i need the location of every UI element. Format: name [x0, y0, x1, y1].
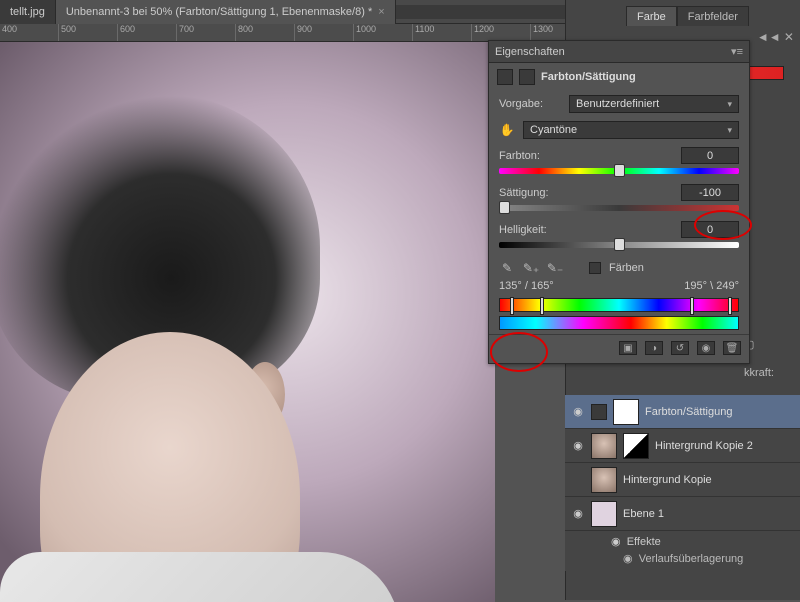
layer-mask-thumb[interactable]: [623, 433, 649, 459]
adjustment-title: Farbton/Sättigung: [541, 71, 636, 83]
panel-menu-icon[interactable]: ▾≡: [731, 45, 743, 58]
saturation-label: Sättigung:: [499, 187, 561, 199]
hue-slider[interactable]: [499, 168, 739, 174]
colorize-checkbox[interactable]: [589, 262, 601, 274]
eyedropper-icon[interactable]: ✎: [499, 260, 515, 276]
ruler-mark: 500: [59, 24, 118, 41]
channel-select[interactable]: Cyantöne ▾: [523, 121, 739, 139]
ruler-mark: 600: [118, 24, 177, 41]
image-content: [0, 552, 400, 602]
hue-range-bar-bottom[interactable]: [499, 316, 739, 330]
layer-thumb[interactable]: [591, 433, 617, 459]
panel-collapse-icon[interactable]: ◄◄ ✕: [757, 30, 794, 44]
reset-icon[interactable]: ↺: [671, 341, 689, 355]
layer-thumb[interactable]: [591, 501, 617, 527]
visibility-icon[interactable]: ◉: [571, 507, 585, 520]
lightness-slider[interactable]: [499, 242, 739, 248]
layer-ebene-1[interactable]: ◉ Ebene 1: [565, 497, 800, 531]
saturation-slider[interactable]: [499, 205, 739, 211]
close-icon[interactable]: ×: [378, 6, 384, 18]
preset-select[interactable]: Benutzerdefiniert ▾: [569, 95, 739, 113]
visibility-icon[interactable]: ◉: [571, 405, 585, 418]
visibility-icon[interactable]: ◉: [571, 439, 585, 452]
ruler-mark: 900: [295, 24, 354, 41]
toggle-visibility-icon[interactable]: ◉: [697, 341, 715, 355]
saturation-input[interactable]: -100: [681, 184, 739, 201]
eyedropper-add-icon[interactable]: ✎₊: [523, 260, 539, 276]
hue-input[interactable]: 0: [681, 147, 739, 164]
ruler-mark: 1200: [472, 24, 531, 41]
tab-label: tellt.jpg: [10, 6, 45, 18]
document-tab-active[interactable]: Unbenannt-3 bei 50% (Farbton/Sättigung 1…: [56, 0, 396, 24]
tab-label: Unbenannt-3 bei 50% (Farbton/Sättigung 1…: [66, 6, 372, 18]
chevron-down-icon: ▾: [727, 99, 732, 110]
layer-thumb[interactable]: [591, 467, 617, 493]
channel-value: Cyantöne: [530, 124, 577, 136]
hue-range-bar-top[interactable]: [499, 298, 739, 312]
range-right: 195° \ 249°: [684, 280, 739, 292]
layer-name: Ebene 1: [623, 508, 664, 520]
chevron-down-icon: ▾: [727, 125, 732, 136]
lightness-label: Helligkeit:: [499, 224, 561, 236]
mask-icon: [519, 69, 535, 85]
layer-effect-item[interactable]: ◉ Verlaufsüberlagerung: [565, 550, 800, 571]
properties-panel: Eigenschaften ▾≡ Farbton/Sättigung Vorga…: [488, 40, 750, 364]
adjustment-icon: [591, 404, 607, 420]
ruler-mark: 800: [236, 24, 295, 41]
canvas-area[interactable]: [0, 42, 495, 602]
layer-mask-thumb[interactable]: [613, 399, 639, 425]
colorize-label: Färben: [609, 262, 644, 274]
layer-name: Hintergrund Kopie: [623, 474, 712, 486]
layer-name: Farbton/Sättigung: [645, 406, 732, 418]
panel-title: Eigenschaften: [495, 46, 565, 58]
layer-name: Hintergrund Kopie 2: [655, 440, 753, 452]
range-left: 135° / 165°: [499, 280, 554, 292]
ruler-mark: 1000: [354, 24, 413, 41]
ruler-mark: 700: [177, 24, 236, 41]
delete-icon[interactable]: 🗑: [723, 341, 741, 355]
preset-value: Benutzerdefiniert: [576, 98, 659, 110]
tab-farbe[interactable]: Farbe: [626, 6, 677, 26]
layer-effects-row[interactable]: ◉ Effekte: [565, 531, 800, 550]
annotation-circle: [694, 210, 752, 240]
layer-bg-copy-2[interactable]: ◉ Hintergrund Kopie 2: [565, 429, 800, 463]
hue-label: Farbton:: [499, 150, 561, 162]
ruler-mark: 400: [0, 24, 59, 41]
layer-hue-saturation[interactable]: ◉ Farbton/Sättigung: [565, 395, 800, 429]
ruler-mark: 1100: [413, 24, 472, 41]
eyedropper-subtract-icon[interactable]: ✎₋: [547, 260, 563, 276]
annotation-circle: [490, 332, 548, 372]
layer-bg-copy[interactable]: Hintergrund Kopie: [565, 463, 800, 497]
clip-to-layer-icon[interactable]: ▣: [619, 341, 637, 355]
targeted-adjust-icon[interactable]: ✋: [499, 122, 515, 138]
layers-panel: ◉ Farbton/Sättigung ◉ Hintergrund Kopie …: [565, 395, 800, 571]
document-tab-inactive[interactable]: tellt.jpg: [0, 0, 56, 24]
adjustment-icon: [497, 69, 513, 85]
view-previous-icon[interactable]: ◑: [645, 341, 663, 355]
tab-farbfelder[interactable]: Farbfelder: [677, 6, 749, 26]
preset-label: Vorgabe:: [499, 98, 561, 110]
